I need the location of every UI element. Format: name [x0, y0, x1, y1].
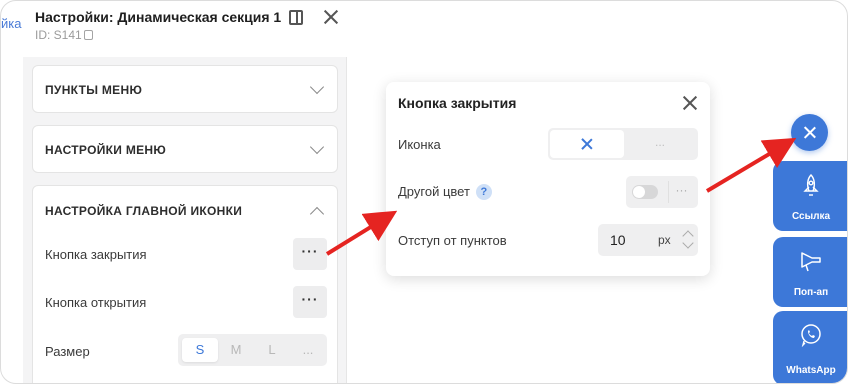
arrow-to-popup — [325, 210, 398, 256]
arrow-to-widget — [705, 137, 797, 193]
annotation-arrows — [325, 137, 797, 256]
app-frame: йка Настройки: Динамическая секция 1 ID:… — [0, 0, 848, 384]
